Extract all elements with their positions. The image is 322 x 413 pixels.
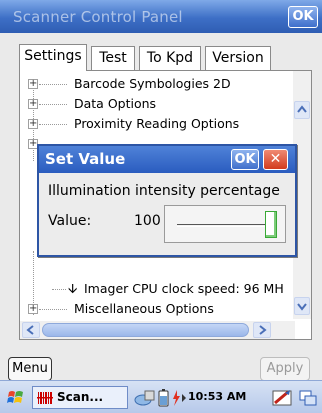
apply-button[interactable]: Apply [260, 357, 310, 381]
set-value-dialog: Set Value OK ✕ Illumination intensity pe… [37, 144, 297, 257]
tree-branch-line [52, 289, 66, 290]
title-bar: Scanner Control Panel OK [0, 0, 322, 33]
tray-arrow-icon[interactable] [180, 388, 188, 408]
scroll-up-button[interactable] [294, 101, 310, 119]
chevron-right-icon [259, 325, 267, 335]
tree-item-label: Data Options [74, 96, 157, 111]
battery-icon[interactable] [157, 388, 171, 408]
expand-icon[interactable]: + [28, 119, 38, 129]
dialog-prompt: Illumination intensity percentage [48, 183, 280, 199]
tree-branch-line [39, 104, 67, 105]
expand-icon[interactable]: + [28, 99, 38, 109]
tree-branch-line [39, 309, 67, 310]
taskbar-switch-icon[interactable] [298, 388, 318, 408]
windows-flag-icon[interactable] [6, 388, 26, 408]
network-icon[interactable] [134, 388, 156, 408]
tree-branch-line [39, 84, 67, 85]
expand-icon[interactable]: + [28, 79, 38, 89]
window-title: Scanner Control Panel [13, 8, 183, 26]
tree-item[interactable]: + Data Options [20, 94, 295, 114]
tree-item[interactable]: + Proximity Reading Options [20, 114, 295, 134]
scroll-thumb[interactable] [42, 323, 249, 337]
dialog-close-button[interactable]: ✕ [263, 149, 288, 170]
tree-item[interactable]: + Miscellaneous Options [20, 299, 295, 319]
tree-item-label: Imager CPU clock speed: 96 MH [84, 281, 284, 296]
horizontal-scrollbar[interactable] [20, 321, 295, 339]
intensity-slider[interactable] [164, 205, 286, 243]
dialog-title-bar: Set Value OK ✕ [39, 146, 295, 173]
slider-knob[interactable] [265, 211, 277, 238]
clock[interactable]: 10:53 AM [188, 390, 246, 403]
dialog-ok-button[interactable]: OK [231, 149, 259, 170]
tab-version[interactable]: Version [205, 46, 271, 70]
value-label: Value: [48, 213, 92, 229]
taskbar-app-label: Scan... [57, 390, 104, 404]
dialog-title: Set Value [45, 150, 126, 168]
scanner-app-icon [37, 392, 53, 404]
slider-rail [177, 224, 273, 227]
tree-item-label: Miscellaneous Options [74, 301, 214, 316]
menu-button[interactable]: Menu [8, 357, 52, 381]
taskbar-app-scan[interactable]: Scan... [32, 386, 128, 409]
expand-icon[interactable]: + [28, 304, 38, 314]
tree-branch-line [39, 124, 67, 125]
chevron-up-icon [297, 105, 307, 113]
scroll-left-button[interactable] [22, 322, 40, 338]
tree-item[interactable]: 🡫 Imager CPU clock speed: 96 MH [20, 279, 295, 299]
scroll-down-button[interactable] [294, 297, 310, 315]
chevron-down-icon [297, 303, 307, 311]
keyboard-icon[interactable] [271, 387, 293, 409]
taskbar: Scan... 10:53 AM [0, 380, 322, 413]
tab-settings[interactable]: Settings [19, 44, 87, 71]
tree-item-label: Proximity Reading Options [74, 116, 240, 131]
tree-item-label: Barcode Symbologies 2D [74, 76, 231, 91]
tab-to-kpd[interactable]: To Kpd [139, 46, 201, 70]
tree-item[interactable]: + Barcode Symbologies 2D [20, 74, 295, 94]
chevron-left-icon [26, 325, 34, 335]
tab-test[interactable]: Test [91, 46, 135, 70]
ok-button[interactable]: OK [288, 6, 318, 28]
scroll-right-button[interactable] [253, 322, 271, 338]
value-readout: 100 [134, 213, 161, 229]
